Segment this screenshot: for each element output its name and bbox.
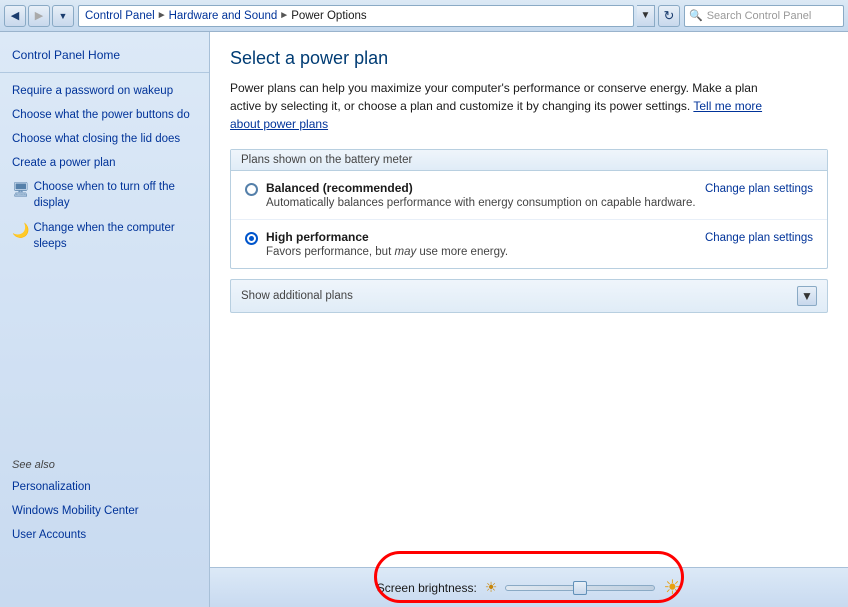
forward-button[interactable]: ▶	[28, 5, 50, 27]
plan-desc-high-performance: Favors performance, but may use more ene…	[266, 246, 508, 258]
change-settings-balanced[interactable]: Change plan settings	[705, 183, 813, 195]
sidebar-item-label: Personalization	[12, 479, 91, 495]
search-placeholder-text: Search Control Panel	[707, 10, 812, 22]
plans-section: Plans shown on the battery meter Balance…	[230, 149, 828, 269]
sun-large-icon: ☀	[663, 575, 681, 600]
sidebar-item-label: Choose what closing the lid does	[12, 131, 180, 147]
change-settings-high-performance[interactable]: Change plan settings	[705, 232, 813, 244]
sidebar-item-mobility-center[interactable]: Windows Mobility Center	[0, 499, 209, 523]
sidebar-item-display-off[interactable]: 🖥 Choose when to turn off the display	[0, 175, 209, 215]
display-icon: 🖥	[12, 180, 30, 200]
sidebar-item-label: Create a power plan	[12, 155, 116, 171]
brightness-slider-thumb[interactable]	[573, 581, 587, 595]
page-description: Power plans can help you maximize your c…	[230, 79, 790, 133]
sidebar-item-user-accounts[interactable]: User Accounts	[0, 523, 209, 547]
sidebar: Control Panel Home Require a password on…	[0, 32, 210, 607]
brightness-bar: Screen brightness: ☀ ☀	[210, 567, 848, 607]
breadcrumb-dropdown[interactable]: ▼	[637, 5, 655, 27]
plans-section-header: Plans shown on the battery meter	[231, 150, 827, 171]
sidebar-item-power-buttons[interactable]: Choose what the power buttons do	[0, 103, 209, 127]
breadcrumb-sep2: ►	[279, 10, 289, 21]
content-area: Select a power plan Power plans can help…	[210, 32, 848, 607]
plan-item-balanced: Balanced (recommended) Automatically bal…	[231, 171, 827, 220]
radio-balanced[interactable]	[245, 183, 258, 196]
sidebar-item-create-plan[interactable]: Create a power plan	[0, 151, 209, 175]
see-also-label: See also	[0, 445, 209, 475]
refresh-button[interactable]: ↻	[658, 5, 680, 27]
expand-additional-plans-button[interactable]: ▼	[797, 286, 817, 306]
breadcrumb-controlpanel[interactable]: Control Panel	[85, 10, 155, 22]
sidebar-item-sleep-change[interactable]: 🌙 Change when the computer sleeps	[0, 216, 209, 256]
main-container: Control Panel Home Require a password on…	[0, 32, 848, 607]
radio-high-performance[interactable]	[245, 232, 258, 245]
plan-item-high-performance: High performance Favors performance, but…	[231, 220, 827, 268]
nav-buttons: ◀ ▶ ▼	[4, 5, 74, 27]
plan-name-high-performance: High performance	[266, 230, 508, 244]
sidebar-home-link[interactable]: Control Panel Home	[0, 42, 209, 73]
annotation-red-circle	[374, 551, 684, 603]
sidebar-item-label: Choose when to turn off the display	[34, 179, 197, 211]
plan-desc-balanced: Automatically balances performance with …	[266, 197, 696, 209]
sleep-icon: 🌙	[12, 221, 29, 241]
breadcrumb-current: Power Options	[291, 10, 366, 22]
recent-button[interactable]: ▼	[52, 5, 74, 27]
page-title: Select a power plan	[230, 48, 828, 69]
additional-plans-label: Show additional plans	[241, 290, 353, 302]
sidebar-item-require-password[interactable]: Require a password on wakeup	[0, 79, 209, 103]
breadcrumb: Control Panel ► Hardware and Sound ► Pow…	[78, 5, 634, 27]
sidebar-item-label: User Accounts	[12, 527, 86, 543]
plan-left-balanced: Balanced (recommended) Automatically bal…	[245, 181, 705, 209]
sidebar-item-label: Windows Mobility Center	[12, 503, 139, 519]
sidebar-item-label: Require a password on wakeup	[12, 83, 173, 99]
back-button[interactable]: ◀	[4, 5, 26, 27]
breadcrumb-sep1: ►	[157, 10, 167, 21]
sun-small-icon: ☀	[485, 579, 498, 596]
plan-left-high-performance: High performance Favors performance, but…	[245, 230, 705, 258]
sidebar-item-label: Choose what the power buttons do	[12, 107, 190, 123]
search-icon: 🔍	[689, 9, 703, 22]
additional-plans-bar[interactable]: Show additional plans ▼	[230, 279, 828, 313]
sidebar-item-close-lid[interactable]: Choose what closing the lid does	[0, 127, 209, 151]
brightness-label: Screen brightness:	[377, 581, 477, 595]
breadcrumb-hardware[interactable]: Hardware and Sound	[169, 10, 278, 22]
plan-info-balanced: Balanced (recommended) Automatically bal…	[266, 181, 696, 209]
plan-name-balanced: Balanced (recommended)	[266, 181, 696, 195]
plan-info-high-performance: High performance Favors performance, but…	[266, 230, 508, 258]
title-bar: ◀ ▶ ▼ Control Panel ► Hardware and Sound…	[0, 0, 848, 32]
sidebar-item-personalization[interactable]: Personalization	[0, 475, 209, 499]
sidebar-item-label: Change when the computer sleeps	[33, 220, 197, 252]
brightness-slider[interactable]	[505, 585, 655, 591]
search-bar[interactable]: 🔍 Search Control Panel	[684, 5, 844, 27]
